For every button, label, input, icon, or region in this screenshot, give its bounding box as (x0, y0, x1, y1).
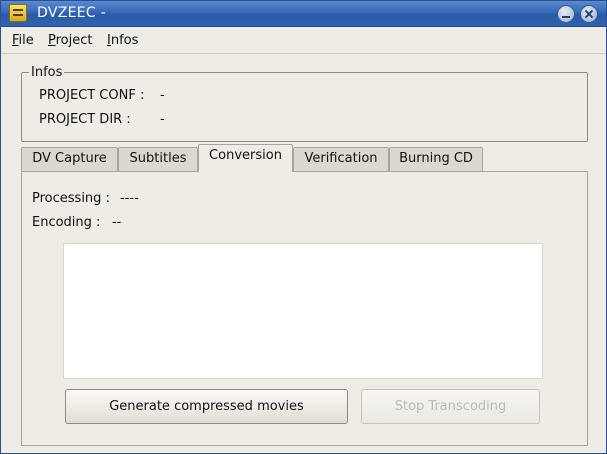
tab-conversion[interactable]: Conversion (198, 144, 293, 172)
encoding-label: Encoding : (32, 215, 101, 230)
minimize-icon[interactable] (557, 5, 575, 23)
processing-label: Processing : (32, 191, 110, 206)
project-conf-label: PROJECT CONF : (39, 88, 145, 103)
processing-value: ---- (120, 191, 139, 206)
tab-dv-capture[interactable]: DV Capture (21, 147, 118, 171)
tab-burning-cd[interactable]: Burning CD (389, 147, 483, 171)
project-dir-value: - (160, 112, 165, 127)
generate-compressed-movies-button[interactable]: Generate compressed movies (65, 389, 348, 424)
project-conf-value: - (160, 88, 165, 103)
menu-file[interactable]: File (12, 33, 34, 48)
conversion-log[interactable] (63, 243, 543, 379)
app-icon (9, 4, 27, 22)
infos-group (21, 72, 588, 142)
menu-project[interactable]: Project (48, 33, 93, 48)
stop-transcoding-button[interactable]: Stop Transcoding (361, 389, 540, 424)
tab-verification[interactable]: Verification (293, 147, 389, 171)
window-title: DVZEEC - (37, 5, 107, 21)
infos-legend: Infos (29, 65, 65, 80)
menu-bar: File Project Infos (1, 28, 606, 54)
encoding-value: -- (112, 215, 122, 230)
tab-subtitles[interactable]: Subtitles (118, 147, 198, 171)
menu-infos[interactable]: Infos (107, 33, 138, 48)
project-dir-label: PROJECT DIR : (39, 112, 131, 127)
main-window: DVZEEC - File Project Infos Infos PROJEC… (0, 0, 607, 454)
title-bar[interactable]: DVZEEC - (1, 1, 606, 27)
close-icon[interactable] (580, 5, 598, 23)
